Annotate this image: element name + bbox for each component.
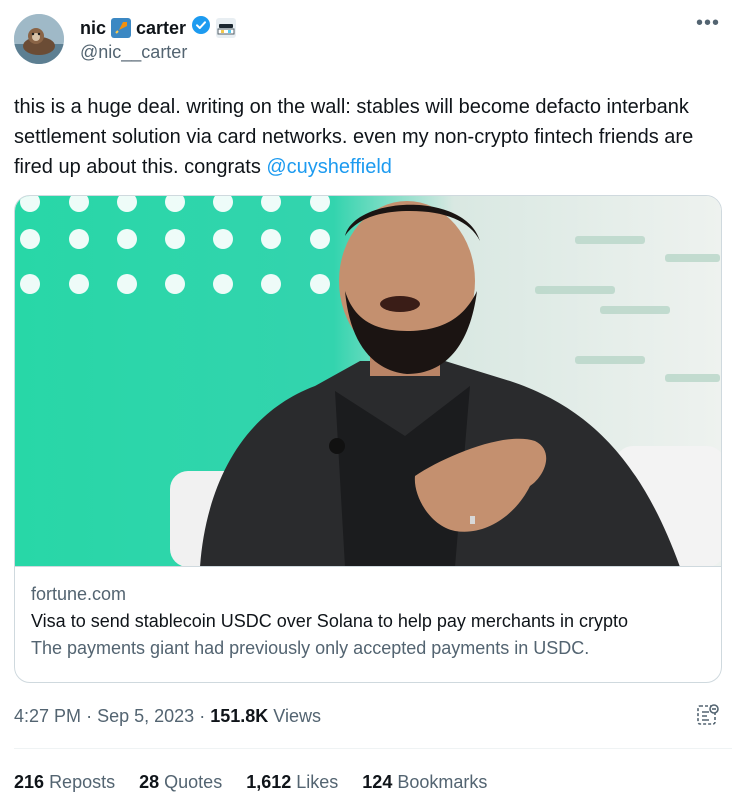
- rocket-emoji-icon: [111, 17, 132, 38]
- sunglasses-emoji-icon: [216, 17, 237, 38]
- engagement-stats: 216 Reposts 28 Quotes 1,612 Likes 124 Bo…: [14, 770, 487, 794]
- display-name-part2: carter: [136, 17, 187, 38]
- card-image: [15, 196, 721, 567]
- bookmarks-label: Bookmarks: [397, 772, 488, 792]
- likes-count: 1,612: [246, 772, 292, 792]
- quotes-label: Quotes: [164, 772, 223, 792]
- quotes-stat[interactable]: 28 Quotes: [139, 770, 222, 794]
- views-count: 151.8K: [210, 706, 269, 726]
- speaker-photo-image: [15, 196, 721, 566]
- link-card[interactable]: fortune.com Visa to send stablecoin USDC…: [14, 195, 722, 683]
- bookmarks-count: 124: [362, 772, 393, 792]
- likes-stat[interactable]: 1,612 Likes: [246, 770, 338, 794]
- tweet-meta: 4:27 PM · Sep 5, 2023 · 151.8K Views: [14, 704, 321, 728]
- more-options-icon[interactable]: •••: [696, 13, 720, 33]
- grok-analyze-icon[interactable]: [696, 703, 720, 727]
- divider: [14, 748, 732, 749]
- verified-badge-icon: [191, 15, 211, 40]
- views-label: Views: [273, 706, 321, 726]
- tweet-date[interactable]: Sep 5, 2023: [97, 706, 194, 726]
- quotes-count: 28: [139, 772, 160, 792]
- mention-link[interactable]: @cuysheffield: [266, 156, 392, 178]
- bookmarks-stat[interactable]: 124 Bookmarks: [362, 770, 487, 794]
- avatar[interactable]: [14, 14, 64, 64]
- user-handle[interactable]: @nic__carter: [80, 41, 187, 63]
- meta-separator: ·: [199, 706, 206, 726]
- meta-separator: ·: [86, 706, 93, 726]
- reposts-label: Reposts: [49, 772, 116, 792]
- likes-label: Likes: [296, 772, 339, 792]
- tweet-text: this is a huge deal. writing on the wall…: [14, 92, 724, 182]
- card-domain: fortune.com: [31, 584, 127, 604]
- display-name[interactable]: nic carter: [80, 15, 237, 40]
- display-name-part1: nic: [80, 17, 107, 38]
- card-description: The payments giant had previously only a…: [31, 638, 590, 658]
- tweet-time[interactable]: 4:27 PM: [14, 706, 81, 726]
- card-meta: fortune.com Visa to send stablecoin USDC…: [15, 567, 721, 659]
- reposts-count: 216: [14, 772, 45, 792]
- card-title: Visa to send stablecoin USDC over Solana…: [31, 611, 628, 631]
- sea-otter-avatar-icon: [14, 14, 64, 64]
- reposts-stat[interactable]: 216 Reposts: [14, 770, 115, 794]
